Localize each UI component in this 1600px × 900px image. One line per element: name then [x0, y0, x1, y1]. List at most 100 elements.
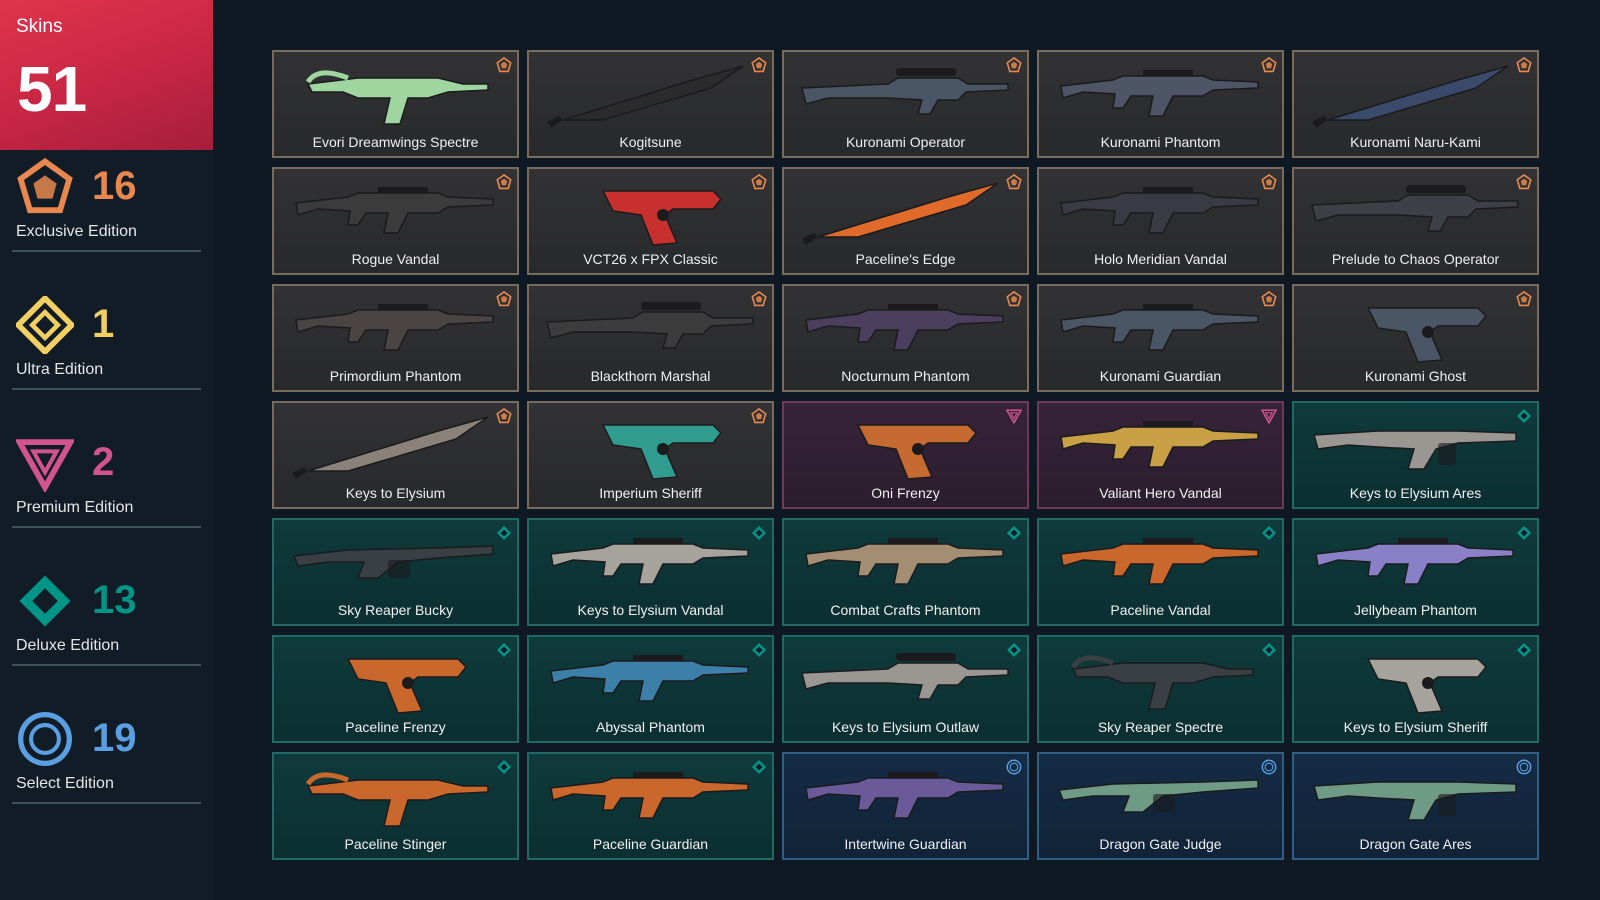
skin-name: Paceline Frenzy	[345, 719, 446, 735]
skin-card[interactable]: Valiant Hero Vandal	[1037, 401, 1284, 509]
tier-count: 1	[92, 302, 115, 346]
deluxe-rhombus-icon	[751, 642, 767, 658]
skin-name: Kogitsune	[619, 134, 682, 150]
skin-name: Dragon Gate Judge	[1099, 836, 1222, 852]
total-count: 51	[17, 53, 87, 125]
rifle-skin-image	[1053, 175, 1268, 247]
skin-name: Keys to Elysium	[345, 485, 446, 501]
exclusive-pentagon-icon	[751, 407, 767, 424]
exclusive-pentagon-icon	[496, 173, 512, 190]
skin-card[interactable]: Holo Meridian Vandal	[1037, 167, 1284, 275]
skin-card[interactable]: Combat Crafts Phantom	[782, 518, 1029, 626]
shotgun-skin-image	[1053, 760, 1268, 832]
skin-card[interactable]: Paceline Guardian	[527, 752, 774, 860]
pistol-skin-image	[1308, 643, 1523, 715]
premium-triangle-icon	[1005, 408, 1023, 425]
skin-name: Paceline's Edge	[855, 251, 956, 267]
skin-card[interactable]: Oni Frenzy	[782, 401, 1029, 509]
skin-card[interactable]: Paceline Frenzy	[272, 635, 519, 743]
skin-name: Kuronami Naru-Kami	[1350, 134, 1481, 150]
tier-name: Premium Edition	[16, 499, 134, 516]
tier-exclusive: 16 Exclusive Edition	[12, 157, 201, 252]
rifle-skin-image	[288, 175, 503, 247]
skin-card[interactable]: Keys to Elysium Ares	[1292, 401, 1539, 509]
rifle-skin-image	[1053, 526, 1268, 598]
knife-skin-image	[288, 409, 503, 481]
skin-card[interactable]: Sky Reaper Bucky	[272, 518, 519, 626]
tier-count: 2	[92, 440, 115, 484]
skin-card[interactable]: Jellybeam Phantom	[1292, 518, 1539, 626]
tier-deluxe: 13 Deluxe Edition	[12, 572, 201, 666]
deluxe-rhombus-icon	[1516, 525, 1532, 541]
skin-card[interactable]: Paceline Stinger	[272, 752, 519, 860]
skin-name: Paceline Vandal	[1110, 602, 1211, 618]
rifle-skin-image	[543, 643, 758, 715]
skin-card[interactable]: Keys to Elysium Outlaw	[782, 635, 1029, 743]
rifle-skin-image	[798, 292, 1013, 364]
deluxe-rhombus-icon	[751, 759, 767, 775]
exclusive-pentagon-icon	[751, 56, 767, 73]
skin-card[interactable]: Paceline Vandal	[1037, 518, 1284, 626]
skin-card[interactable]: Keys to Elysium Vandal	[527, 518, 774, 626]
tier-count: 13	[92, 578, 137, 622]
lmg-skin-image	[1308, 760, 1523, 832]
rifle-skin-image	[1053, 58, 1268, 130]
skin-card[interactable]: Kuronami Guardian	[1037, 284, 1284, 392]
knife-skin-image	[798, 175, 1013, 247]
skin-card[interactable]: Abyssal Phantom	[527, 635, 774, 743]
skin-card[interactable]: Evori Dreamwings Spectre	[272, 50, 519, 158]
skin-card[interactable]: Keys to Elysium Sheriff	[1292, 635, 1539, 743]
skin-card[interactable]: Rogue Vandal	[272, 167, 519, 275]
skin-card[interactable]: Kuronami Operator	[782, 50, 1029, 158]
rifle-skin-image	[798, 760, 1013, 832]
sniper-skin-image	[798, 58, 1013, 130]
skin-card[interactable]: Primordium Phantom	[272, 284, 519, 392]
rifle-skin-image	[288, 292, 503, 364]
sniper-skin-image	[543, 292, 758, 364]
skin-name: Rogue Vandal	[351, 251, 440, 267]
skin-card[interactable]: Kogitsune	[527, 50, 774, 158]
tier-count: 19	[92, 716, 137, 760]
skin-card[interactable]: Prelude to Chaos Operator	[1292, 167, 1539, 275]
total-skins-panel: Skins 51	[0, 0, 213, 150]
deluxe-rhombus-icon	[16, 572, 74, 630]
smg-skin-image	[288, 760, 503, 832]
skin-card[interactable]: Kuronami Ghost	[1292, 284, 1539, 392]
skin-card[interactable]: Keys to Elysium	[272, 401, 519, 509]
skins-grid: Evori Dreamwings Spectre Kogitsune Kuron…	[272, 50, 1539, 860]
exclusive-pentagon-icon	[16, 157, 74, 216]
skin-name: Evori Dreamwings Spectre	[312, 134, 479, 150]
skin-name: Oni Frenzy	[871, 485, 940, 501]
skin-card[interactable]: Nocturnum Phantom	[782, 284, 1029, 392]
tier-name: Exclusive Edition	[16, 223, 137, 240]
skin-card[interactable]: Paceline's Edge	[782, 167, 1029, 275]
skin-card[interactable]: Imperium Sheriff	[527, 401, 774, 509]
skin-name: Intertwine Guardian	[844, 836, 967, 852]
skin-card[interactable]: Blackthorn Marshal	[527, 284, 774, 392]
smg-skin-image	[288, 58, 503, 130]
smg-skin-image	[1053, 643, 1268, 715]
exclusive-pentagon-icon	[751, 173, 767, 190]
skin-card[interactable]: Kuronami Naru-Kami	[1292, 50, 1539, 158]
skin-card[interactable]: VCT26 x FPX Classic	[527, 167, 774, 275]
skin-card[interactable]: Dragon Gate Ares	[1292, 752, 1539, 860]
skin-card[interactable]: Sky Reaper Spectre	[1037, 635, 1284, 743]
knife-skin-image	[1308, 58, 1523, 130]
exclusive-pentagon-icon	[751, 290, 767, 307]
deluxe-rhombus-icon	[1261, 525, 1277, 541]
exclusive-pentagon-icon	[496, 407, 512, 424]
pistol-skin-image	[798, 409, 1013, 481]
skin-card[interactable]: Kuronami Phantom	[1037, 50, 1284, 158]
tier-count: 16	[92, 164, 137, 208]
exclusive-pentagon-icon	[496, 56, 512, 73]
skin-name: Primordium Phantom	[329, 368, 462, 384]
skin-name: Kuronami Operator	[845, 134, 966, 150]
skin-name: Jellybeam Phantom	[1354, 602, 1477, 618]
deluxe-rhombus-icon	[1516, 642, 1532, 658]
skin-name: Kuronami Phantom	[1100, 134, 1221, 150]
skin-card[interactable]: Intertwine Guardian	[782, 752, 1029, 860]
exclusive-pentagon-icon	[1006, 56, 1022, 73]
rifle-skin-image	[1053, 292, 1268, 364]
skin-card[interactable]: Dragon Gate Judge	[1037, 752, 1284, 860]
rifle-skin-image	[798, 526, 1013, 598]
